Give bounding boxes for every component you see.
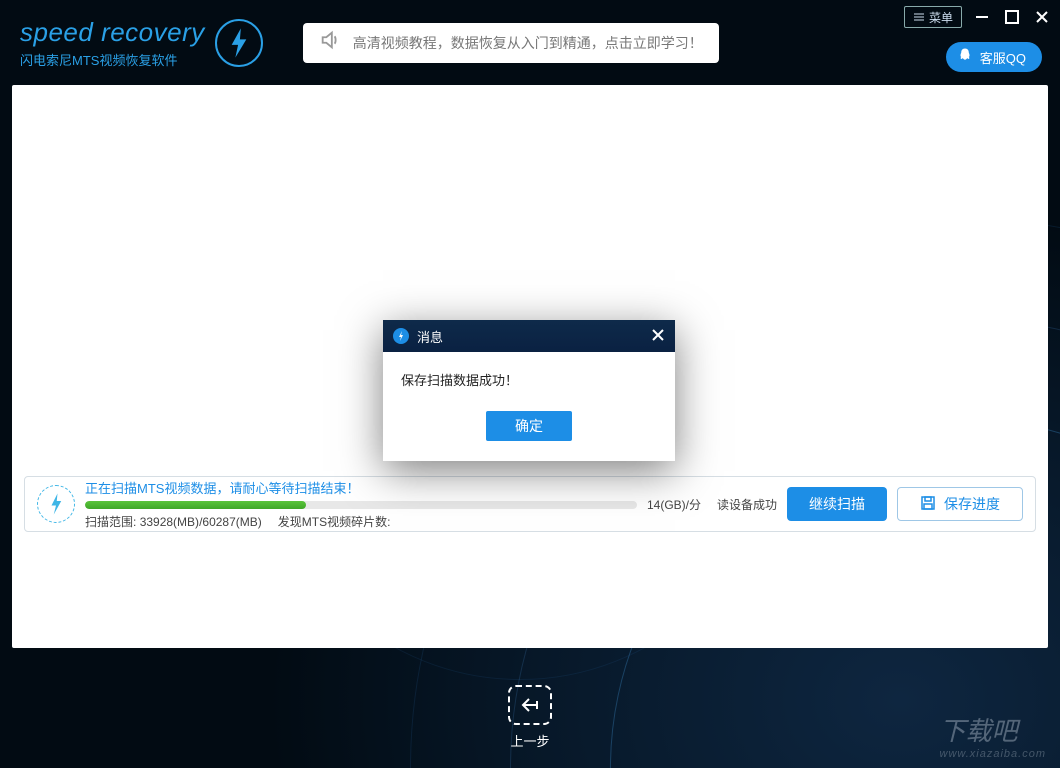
save-progress-button[interactable]: 保存进度 bbox=[897, 487, 1023, 521]
progress-fill bbox=[85, 501, 306, 509]
scan-range: 扫描范围: 33928(MB)/60287(MB) bbox=[85, 513, 262, 530]
scan-status-text: 正在扫描MTS视频数据，请耐心等待扫描结束！ bbox=[85, 478, 637, 497]
save-icon bbox=[920, 495, 936, 514]
scan-speed: 14(GB)/分 bbox=[647, 496, 701, 513]
dialog-ok-button[interactable]: 确定 bbox=[486, 411, 572, 441]
dialog-body: 保存扫描数据成功！ bbox=[383, 352, 675, 411]
dialog-titlebar: 消息 bbox=[383, 320, 675, 352]
logo-subtitle: 闪电索尼MTS视频恢复软件 bbox=[20, 50, 205, 69]
promo-text: 高清视频教程，数据恢复从入门到精通，点击立即学习！ bbox=[353, 33, 703, 53]
menu-button[interactable]: 菜单 bbox=[904, 6, 962, 28]
previous-step-button[interactable]: 上一步 bbox=[508, 685, 552, 750]
previous-step-label: 上一步 bbox=[510, 731, 549, 750]
header: speed recovery 闪电索尼MTS视频恢复软件 高清视频教程，数据恢复… bbox=[0, 0, 1060, 85]
device-status: 读设备成功 bbox=[717, 496, 777, 513]
bolt-icon bbox=[215, 19, 263, 67]
promo-banner[interactable]: 高清视频教程，数据恢复从入门到精通，点击立即学习！ bbox=[303, 23, 719, 63]
close-button[interactable] bbox=[1032, 7, 1052, 27]
scan-info: 正在扫描MTS视频数据，请耐心等待扫描结束！ 扫描范围: 33928(MB)/6… bbox=[85, 478, 637, 530]
support-label: 客服QQ bbox=[980, 48, 1026, 67]
maximize-button[interactable] bbox=[1002, 7, 1022, 27]
dialog-close-button[interactable] bbox=[651, 328, 665, 345]
watermark: 下载吧 www.xiazaiba.com bbox=[940, 711, 1046, 760]
continue-scan-button[interactable]: 继续扫描 bbox=[787, 487, 887, 521]
menu-label: 菜单 bbox=[929, 9, 953, 26]
qq-icon bbox=[956, 47, 974, 68]
dialog-message: 保存扫描数据成功！ bbox=[401, 370, 657, 389]
progress-bar bbox=[85, 501, 637, 509]
window-controls: 菜单 bbox=[904, 6, 1052, 28]
dialog-title: 消息 bbox=[417, 327, 443, 346]
scan-status-bar: 正在扫描MTS视频数据，请耐心等待扫描结束！ 扫描范围: 33928(MB)/6… bbox=[24, 476, 1036, 532]
scan-metrics: 14(GB)/分 读设备成功 bbox=[647, 496, 777, 513]
logo: speed recovery 闪电索尼MTS视频恢复软件 bbox=[20, 17, 263, 69]
scan-fragments-label: 发现MTS视频碎片数: bbox=[278, 513, 391, 530]
speaker-icon bbox=[319, 29, 341, 56]
menu-icon bbox=[913, 11, 925, 23]
info-icon bbox=[393, 328, 409, 344]
back-arrow-icon bbox=[508, 685, 552, 725]
scan-bolt-icon bbox=[37, 485, 75, 523]
message-dialog: 消息 保存扫描数据成功！ 确定 bbox=[383, 320, 675, 461]
logo-title: speed recovery bbox=[20, 17, 205, 48]
support-qq-button[interactable]: 客服QQ bbox=[946, 42, 1042, 72]
close-icon bbox=[651, 328, 665, 342]
minimize-button[interactable] bbox=[972, 7, 992, 27]
app-window: speed recovery 闪电索尼MTS视频恢复软件 高清视频教程，数据恢复… bbox=[0, 0, 1060, 768]
